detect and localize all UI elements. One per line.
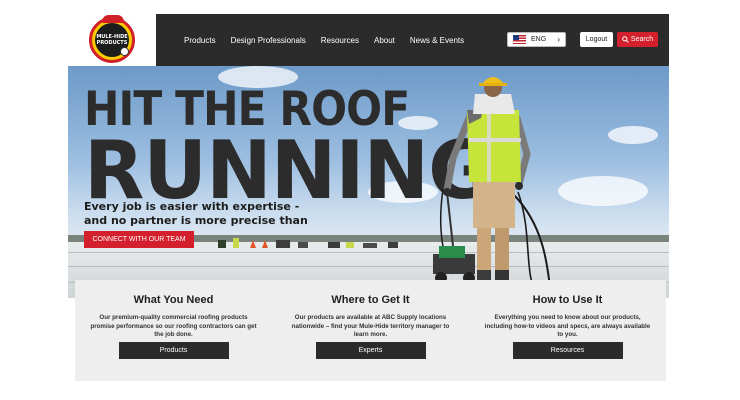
nav-item-design-professionals[interactable]: Design Professionals	[231, 36, 306, 45]
card-text: Our premium-quality commercial roofing p…	[90, 314, 257, 338]
chevron-right-icon: ›	[557, 35, 560, 44]
card-text: Our products are available at ABC Supply…	[291, 314, 450, 338]
nav-item-products[interactable]: Products	[184, 36, 216, 45]
card-title: How to Use It	[532, 294, 603, 306]
nav-item-about[interactable]: About	[374, 36, 395, 45]
info-cards: What You Need Our premium-quality commer…	[75, 280, 666, 381]
connect-team-button[interactable]: CONNECT WITH OUR TEAM	[84, 231, 194, 248]
card-title: What You Need	[133, 294, 214, 306]
cloud	[558, 176, 648, 206]
card-what-you-need: What You Need Our premium-quality commer…	[75, 280, 272, 381]
us-flag-icon	[513, 35, 526, 44]
card-text: Everything you need to know about our pr…	[484, 314, 651, 338]
products-button[interactable]: Products	[118, 342, 229, 359]
mule-hide-logo[interactable]: MULE-HIDE PRODUCTS	[89, 15, 135, 63]
nav-item-resources[interactable]: Resources	[321, 36, 359, 45]
logo-bird-mark	[102, 15, 124, 23]
search-icon	[622, 36, 629, 43]
roof-seam	[68, 266, 669, 267]
card-how-to-use-it: How to Use It Everything you need to kno…	[469, 280, 666, 381]
logo-text-bottom: PRODUCTS	[96, 40, 128, 46]
search-label: Search	[630, 36, 654, 43]
resources-button[interactable]: Resources	[512, 342, 623, 359]
logout-button[interactable]: Logout	[580, 32, 613, 47]
nav-item-news-events[interactable]: News & Events	[410, 36, 464, 45]
card-title: Where to Get It	[331, 294, 410, 306]
logo-area[interactable]: MULE-HIDE PRODUCTS	[68, 14, 156, 66]
roof-seam	[68, 252, 669, 253]
card-where-to-get-it: Where to Get It Our products are availab…	[272, 280, 469, 381]
page: MULE-HIDE PRODUCTS Products Design Profe…	[68, 14, 669, 386]
roofer-photo	[433, 77, 552, 298]
logo-roof-mark	[120, 47, 129, 56]
search-button[interactable]: Search	[617, 32, 658, 47]
cloud	[608, 126, 658, 144]
language-selector[interactable]: ENG ›	[507, 32, 566, 47]
nav-links: Products Design Professionals Resources …	[184, 14, 464, 66]
main-navbar: Products Design Professionals Resources …	[156, 14, 669, 66]
language-label: ENG	[531, 36, 547, 43]
experts-button[interactable]: Experts	[315, 342, 426, 359]
hero-banner: HIT THE ROOF RUNNING Every job is easier…	[68, 66, 669, 298]
hero-title-line2: RUNNING	[84, 124, 493, 217]
